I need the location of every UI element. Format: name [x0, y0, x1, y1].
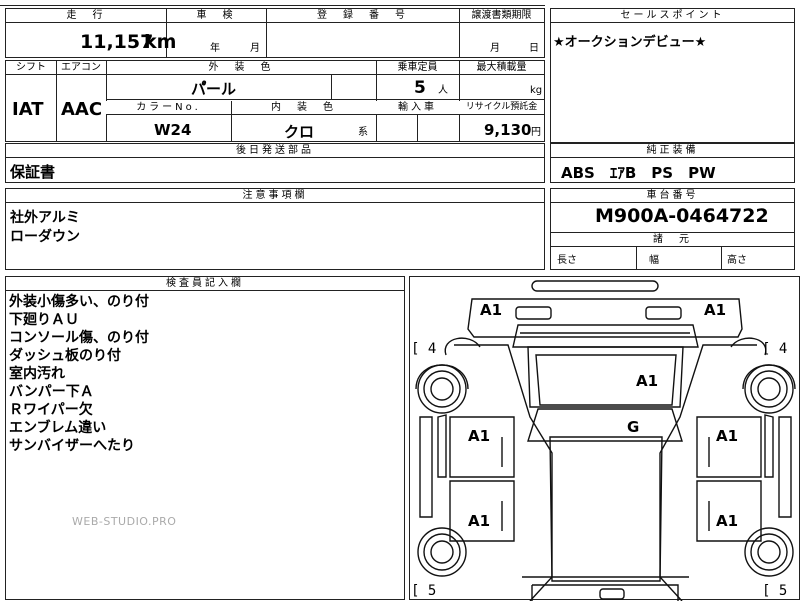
chassis-box: 車台番号 M900A-0464722 諸 元 長さ 幅 高さ [550, 188, 795, 270]
mileage-header: 走 行 [6, 9, 166, 23]
equipment-value: ABS ｴｱB PS PW [561, 164, 716, 182]
damage-mark-door-fr: A1 [716, 427, 739, 445]
maxload-header: 最大積載量 [459, 61, 544, 75]
tire-depth-fr: [ 4 [762, 341, 788, 357]
recycle-unit: 円 [531, 127, 541, 138]
inspector-line: Ｒワイパー欠 [9, 402, 93, 418]
inspector-line: 下廻りＡＵ [9, 312, 79, 328]
chassis-value: M900A-0464722 [595, 205, 769, 227]
registration-header: 登 録 番 号 [266, 9, 459, 23]
chassis-header: 車台番号 [551, 189, 794, 203]
shift-value: IAT [12, 99, 44, 120]
inspector-line: サンバイザーへたり [9, 438, 135, 454]
inspector-line: ダッシュ板のり付 [9, 348, 121, 364]
inspector-line: コンソール傷、のり付 [9, 330, 149, 346]
shift-header: シフト [6, 61, 56, 75]
inspector-line: 室内汚れ [9, 366, 65, 382]
inspection-month: 月 [250, 43, 260, 54]
equipment-box: 純正装備 ABS ｴｱB PS PW [550, 143, 795, 183]
sales-point-box: セールスポイント ★オークションデビュー★ [550, 8, 795, 143]
height-label: 高さ [727, 255, 747, 266]
mileage-unit: km [144, 31, 177, 53]
color-no-value: W24 [154, 121, 192, 139]
watermark: WEB-STUDIO.PRO [72, 515, 177, 528]
damage-mark-front-right: A1 [704, 301, 727, 319]
import-header: 輸入車 [376, 101, 459, 115]
ac-header: エアコン [56, 61, 106, 75]
dims-header: 諸 元 [551, 232, 794, 247]
spec-table: シフト エアコン 外 装 色 乗車定員 最大積載量 IAT AAC パ゚ール 5… [5, 60, 545, 142]
inspection-header: 車 検 [166, 9, 266, 23]
transfer-day: 日 [529, 43, 539, 54]
sales-point-text: ★オークションデビュー★ [553, 35, 707, 50]
damage-mark-front-left: A1 [480, 301, 503, 319]
interior-unit: 系 [358, 127, 368, 138]
inspector-box: 検査員記入欄 外装小傷多い、のり付 下廻りＡＵ コンソール傷、のり付 ダッシュ板… [5, 276, 405, 600]
tire-depth-fl: [ 4 [411, 341, 437, 357]
top-strip [0, 0, 545, 6]
header-table: 走 行 車 検 登 録 番 号 譲渡書類期限 11,157 km 年 月 月 日 [5, 8, 545, 58]
inspector-line: 外装小傷多い、のり付 [9, 294, 149, 310]
maxload-unit: kg [530, 85, 543, 96]
damage-mark-door-rl: A1 [468, 512, 491, 530]
damage-mark-hood: A1 [636, 372, 659, 390]
later-parts-value: 保証書 [10, 163, 56, 181]
caution-line: ローダウン [10, 229, 80, 245]
later-parts-header: 後日発送部品 [6, 144, 544, 158]
later-parts-box: 後日発送部品 保証書 [5, 143, 545, 183]
length-label: 長さ [557, 255, 577, 266]
inspector-line: バンパー下Ａ [9, 384, 94, 400]
tire-depth-rr: [ 5 [762, 583, 788, 599]
interior-value: クロ [284, 123, 315, 141]
tire-depth-rl: [ 5 [411, 583, 437, 599]
caution-header: 注意事項欄 [6, 189, 544, 203]
interior-header: 内 装 色 [231, 101, 376, 115]
caution-box: 注意事項欄 社外アルミ ローダウン [5, 188, 545, 270]
capacity-value: 5 [414, 78, 426, 98]
recycle-header: リサイクル預託金 [459, 101, 544, 115]
capacity-unit: 人 [438, 85, 448, 96]
damage-mark-door-fl: A1 [468, 427, 491, 445]
transfer-month: 月 [490, 43, 500, 54]
width-label: 幅 [649, 255, 659, 266]
damage-mark-roof: G [627, 418, 640, 436]
damage-mark-door-rr: A1 [716, 512, 739, 530]
capacity-header: 乗車定員 [376, 61, 459, 75]
color-no-header: カラーNo. [106, 101, 231, 115]
caution-line: 社外アルミ [10, 210, 80, 226]
sales-point-header: セールスポイント [551, 9, 794, 23]
exterior-value: パ゚ール [191, 80, 237, 98]
transfer-header: 譲渡書類期限 [459, 9, 544, 23]
recycle-value: 9,130 [484, 121, 532, 139]
exterior-header: 外 装 色 [106, 61, 376, 75]
equipment-header: 純正装備 [551, 144, 794, 158]
ac-value: AAC [61, 99, 103, 120]
mileage-value: 11,157 [80, 31, 154, 53]
car-diagram-box: A1 A1 A1 G A1 A1 A1 A1 [ 4 [ 4 [ 5 [ 5 [409, 276, 800, 601]
inspection-year: 年 [210, 43, 220, 54]
inspector-line: エンブレム違い [9, 420, 107, 436]
inspector-header: 検査員記入欄 [6, 277, 404, 291]
